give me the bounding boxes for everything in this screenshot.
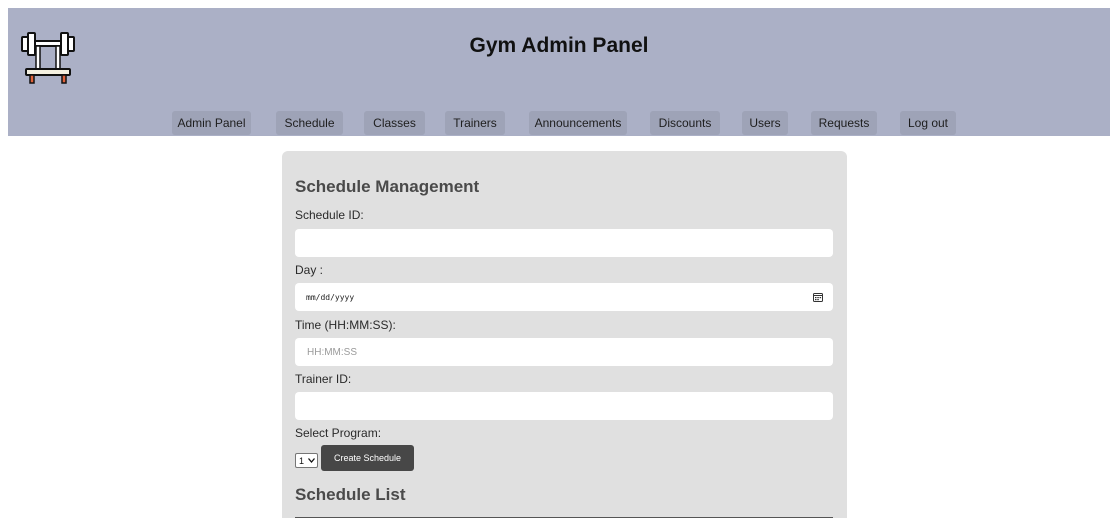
- program-label: Select Program:: [295, 426, 382, 440]
- main-nav: Admin Panel Schedule Classes Trainers An…: [8, 111, 1110, 135]
- program-select[interactable]: 1: [295, 453, 318, 468]
- nav-classes[interactable]: Classes: [364, 111, 425, 135]
- nav-requests[interactable]: Requests: [811, 111, 877, 135]
- schedule-form-panel: Schedule Management Schedule ID: Day : m…: [282, 151, 847, 518]
- day-label: Day :: [295, 263, 324, 277]
- site-title: Gym Admin Panel: [469, 34, 649, 57]
- nav-logout[interactable]: Log out: [900, 111, 956, 135]
- schedule-id-input[interactable]: [295, 229, 833, 257]
- nav-users[interactable]: Users: [742, 111, 788, 135]
- day-date-input[interactable]: mm/dd/yyyy: [295, 283, 833, 311]
- trainer-id-label: Trainer ID:: [295, 372, 352, 386]
- calendar-icon[interactable]: [813, 292, 823, 302]
- schedule-id-label: Schedule ID:: [295, 208, 364, 222]
- schedule-list-heading: Schedule List: [295, 485, 406, 504]
- create-schedule-button[interactable]: Create Schedule: [321, 445, 414, 471]
- form-heading: Schedule Management: [295, 177, 480, 196]
- date-placeholder: mm/dd/yyyy: [306, 292, 355, 302]
- nav-announcements[interactable]: Announcements: [529, 111, 627, 135]
- nav-admin-panel[interactable]: Admin Panel: [172, 111, 251, 135]
- program-selected-value: 1: [299, 455, 305, 466]
- page-top-margin: [0, 0, 1110, 8]
- time-label: Time (HH:MM:SS):: [295, 318, 396, 332]
- site-header: Gym Admin Panel Admin Panel Schedule Cla…: [8, 8, 1110, 136]
- chevron-down-icon: [308, 458, 315, 463]
- nav-schedule[interactable]: Schedule: [276, 111, 343, 135]
- nav-discounts[interactable]: Discounts: [650, 111, 720, 135]
- nav-trainers[interactable]: Trainers: [445, 111, 505, 135]
- time-input[interactable]: [295, 338, 833, 366]
- trainer-id-input[interactable]: [295, 392, 833, 420]
